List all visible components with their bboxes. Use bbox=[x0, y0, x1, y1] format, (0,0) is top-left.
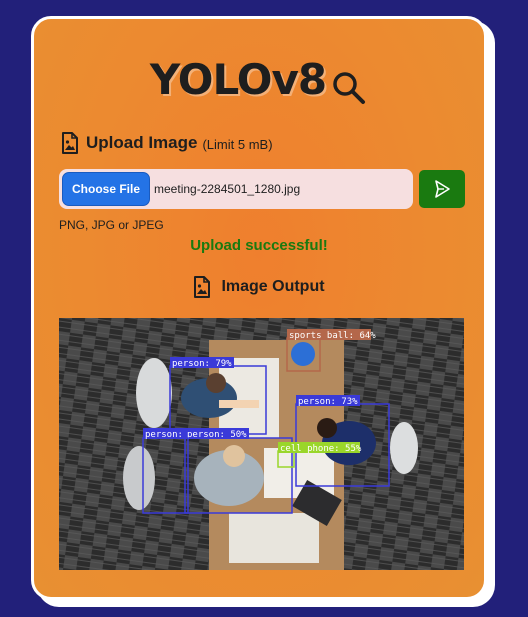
file-type-hint: PNG, JPG or JPEG bbox=[59, 218, 164, 232]
detection-label: sports ball: 64% bbox=[289, 331, 376, 341]
app-title: YOLOv8 bbox=[149, 55, 327, 104]
chair bbox=[123, 446, 155, 510]
choose-file-button[interactable]: Choose File bbox=[62, 172, 151, 206]
detection-label: cell phone: 55% bbox=[280, 444, 362, 454]
chair bbox=[136, 358, 172, 428]
detection-output-canvas: sports ball: 64% person: 79% person: 73%… bbox=[59, 318, 464, 570]
detection-output-image: sports ball: 64% person: 79% person: 73%… bbox=[59, 318, 464, 570]
title-row: YOLOv8 bbox=[34, 55, 484, 104]
search-icon bbox=[333, 72, 366, 104]
output-heading-label: Image Output bbox=[221, 278, 325, 295]
main-card: YOLOv8 Upload Image (Limit 5 mB) Choose … bbox=[31, 16, 487, 600]
image-file-icon bbox=[194, 276, 211, 298]
output-heading: Image Output bbox=[34, 276, 484, 298]
helmet bbox=[291, 342, 315, 366]
chair bbox=[390, 422, 418, 474]
submit-button[interactable] bbox=[419, 170, 465, 208]
detection-label: person: bbox=[145, 430, 183, 440]
upload-heading-label: Upload Image bbox=[86, 133, 198, 152]
send-icon bbox=[435, 180, 450, 198]
file-input[interactable]: Choose File meeting-2284501_1280.jpg bbox=[59, 169, 413, 209]
detection-label: person: 50% bbox=[187, 430, 247, 440]
upload-limit-text: (Limit 5 mB) bbox=[202, 136, 273, 152]
image-file-icon bbox=[62, 132, 78, 154]
selected-file-name: meeting-2284501_1280.jpg bbox=[154, 182, 301, 196]
upload-heading: Upload Image (Limit 5 mB) bbox=[61, 132, 273, 154]
upload-status: Upload successful! bbox=[190, 237, 328, 254]
detection-label: person: 73% bbox=[298, 397, 358, 407]
detection-label: person: 79% bbox=[172, 359, 232, 369]
